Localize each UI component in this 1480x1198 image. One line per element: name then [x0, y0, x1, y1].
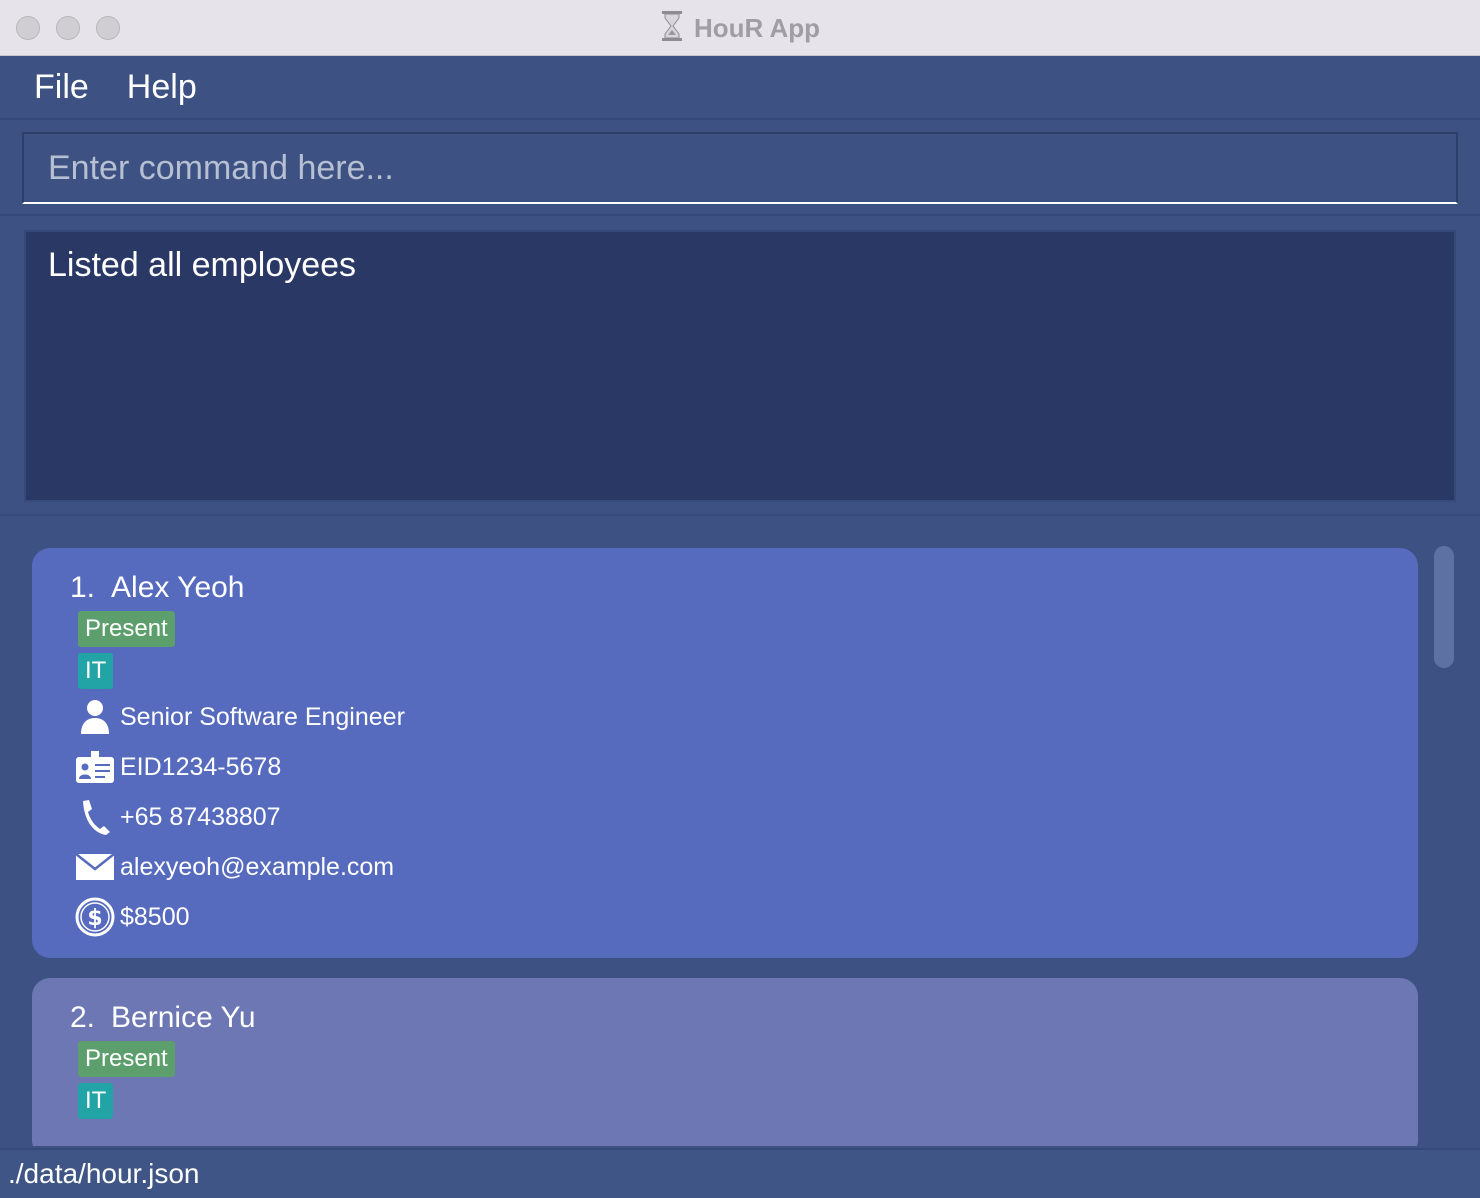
employee-card[interactable]: 2. Bernice Yu Present IT: [32, 978, 1418, 1146]
menu-file[interactable]: File: [34, 68, 89, 107]
person-icon: [74, 696, 116, 738]
list-scrollbar[interactable]: [1434, 546, 1454, 668]
window-title: HouR App: [693, 12, 821, 43]
title-bar: HouR App: [0, 0, 1480, 56]
employee-card[interactable]: 1. Alex Yeoh Present IT Senior Software …: [32, 548, 1418, 958]
phone-icon: [74, 796, 116, 838]
dollar-icon: $: [74, 896, 116, 938]
employee-title: 1. Alex Yeoh: [70, 568, 1380, 608]
employee-list: 1. Alex Yeoh Present IT Senior Software …: [0, 520, 1480, 1146]
email-text: alexyeoh@example.com: [120, 852, 395, 881]
employee-title: 2. Bernice Yu: [70, 998, 1380, 1038]
divider: [0, 214, 1480, 216]
window-title-group: HouR App: [0, 0, 1480, 56]
result-display: Listed all employees: [24, 230, 1456, 502]
data-file-path: ./data/hour.json: [8, 1158, 200, 1189]
menu-bar: File Help: [0, 56, 1480, 120]
salary-field: $ $8500: [74, 892, 1380, 942]
svg-text:$: $: [87, 906, 102, 931]
eid-field: EID1234-5678: [74, 742, 1380, 792]
result-message: Listed all employees: [48, 246, 357, 284]
employee-name: Bernice Yu: [111, 1001, 256, 1034]
position-field: Senior Software Engineer: [74, 692, 1380, 742]
menu-help[interactable]: Help: [127, 68, 197, 107]
id-card-icon: [74, 746, 116, 788]
employee-index: 1.: [70, 571, 96, 604]
eid-text: EID1234-5678: [120, 752, 282, 781]
email-field: alexyeoh@example.com: [74, 842, 1380, 892]
mail-icon: [74, 846, 116, 888]
employee-index: 2.: [70, 1001, 96, 1034]
employee-name: Alex Yeoh: [111, 571, 245, 604]
department-badge: IT: [78, 1083, 114, 1119]
position-text: Senior Software Engineer: [120, 702, 405, 731]
hourglass-icon: [660, 10, 684, 47]
command-box: [22, 132, 1458, 204]
command-input[interactable]: [24, 134, 1456, 202]
status-bar: ./data/hour.json: [0, 1148, 1480, 1198]
salary-text: $8500: [120, 902, 190, 931]
status-badge: Present: [78, 611, 175, 647]
phone-field: +65 87438807: [74, 792, 1380, 842]
divider: [0, 514, 1480, 516]
phone-text: +65 87438807: [120, 802, 281, 831]
department-badge: IT: [78, 653, 114, 689]
status-badge: Present: [78, 1041, 175, 1077]
